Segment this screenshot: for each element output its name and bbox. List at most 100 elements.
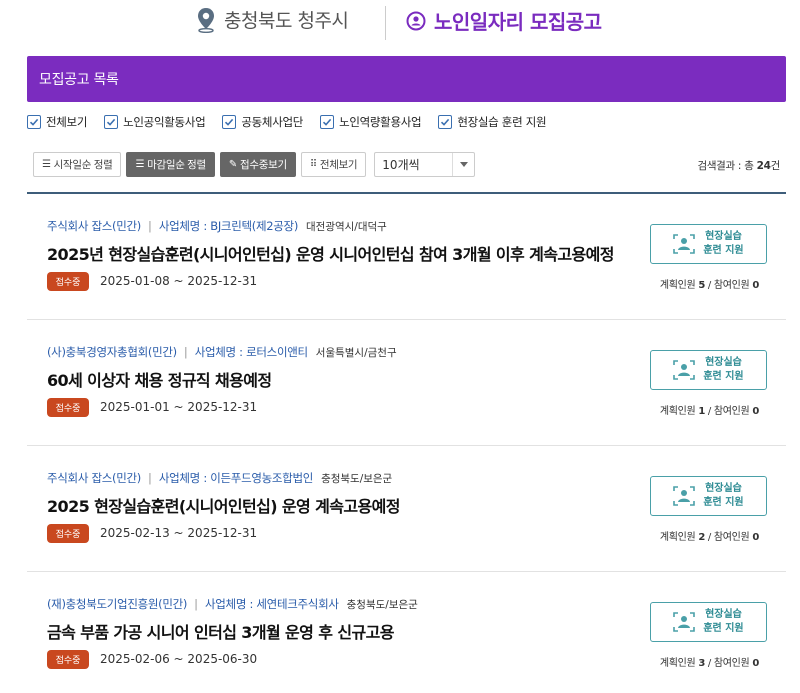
location-text: 충청북도 청주시 bbox=[224, 10, 349, 32]
view-all-label: 전체보기 bbox=[319, 159, 358, 171]
page-size-select[interactable]: 10개씩 bbox=[374, 152, 476, 177]
listing-meta: (사)충북경영자총협회(민간) | 사업체명 : 로터스이앤티 서울특별시/금천… bbox=[47, 344, 397, 360]
listing-item[interactable]: 주식회사 잡스(민간) | 사업체명 : BJ크린텍(제2공장) 대전광역시/대… bbox=[27, 194, 786, 320]
meta-divider: | bbox=[183, 345, 188, 359]
joined-count: 0 bbox=[752, 532, 759, 543]
region: 충청북도/보은군 bbox=[321, 472, 393, 485]
listing-period: 2025-01-08 ~ 2025-12-31 bbox=[100, 274, 258, 288]
badge-text: 현장실습 훈련 지원 bbox=[703, 356, 743, 384]
business-name: 사업체명 : BJ크린텍(제2공장) bbox=[158, 219, 298, 233]
map-pin-icon bbox=[198, 7, 214, 33]
meta-divider: | bbox=[194, 597, 198, 611]
field-training-badge: 현장실습 훈련 지원 bbox=[650, 602, 767, 642]
region: 서울특별시/금천구 bbox=[315, 346, 397, 359]
joined-count: 0 bbox=[752, 280, 759, 291]
planned-label: 계획인원 bbox=[659, 658, 696, 669]
checkbox-icon[interactable] bbox=[438, 115, 453, 129]
filter-capacity[interactable]: 노인역량활용사업 bbox=[320, 114, 422, 130]
badge-line-1: 현장실습 bbox=[705, 231, 742, 242]
view-all-button[interactable]: ⠿ 전체보기 bbox=[300, 152, 367, 177]
planned-count: 2 bbox=[698, 532, 705, 543]
org-name: (사)충북경영자총협회(민간) bbox=[47, 345, 177, 359]
joined-label: 참여인원 bbox=[713, 658, 750, 669]
checkbox-icon[interactable] bbox=[27, 115, 41, 129]
badge-text: 현장실습 훈련 지원 bbox=[703, 230, 743, 258]
person-training-icon bbox=[673, 612, 696, 632]
listing-meta: 주식회사 잡스(민간) | 사업체명 : 이든푸드영농조합법인 충청북도/보은군 bbox=[47, 470, 392, 486]
listing-period: 2025-01-01 ~ 2025-12-31 bbox=[100, 400, 258, 414]
badge-line-2: 훈련 지원 bbox=[703, 623, 744, 634]
listing-item[interactable]: (사)충북경영자총협회(민간) | 사업체명 : 로터스이앤티 서울특별시/금천… bbox=[27, 320, 786, 446]
badge-text: 현장실습 훈련 지원 bbox=[703, 482, 743, 510]
person-training-icon bbox=[673, 234, 696, 254]
business-name: 사업체명 : 세연테크주식회사 bbox=[204, 597, 339, 611]
planned-label: 계획인원 bbox=[659, 532, 696, 543]
banner-label: 모집공고 목록 bbox=[39, 72, 119, 88]
result-prefix: 검색결과 : 총 bbox=[697, 160, 757, 172]
listing-item[interactable]: (재)충청북도기업진흥원(민간) | 사업체명 : 세연테크주식회사 충청북도/… bbox=[27, 572, 786, 693]
listing-counts: 계획인원 2 / 참여인원 0 bbox=[659, 532, 759, 543]
result-count: 검색결과 : 총 24건 bbox=[697, 158, 780, 173]
result-number: 24 bbox=[756, 160, 771, 172]
planned-label: 계획인원 bbox=[659, 406, 696, 417]
listing-period: 2025-02-13 ~ 2025-12-31 bbox=[100, 526, 258, 540]
status-badge: 접수중 bbox=[47, 272, 89, 291]
list-icon: ☰ bbox=[135, 159, 145, 170]
listing-period: 2025-02-06 ~ 2025-06-30 bbox=[100, 652, 258, 666]
listing-item[interactable]: 주식회사 잡스(민간) | 사업체명 : 이든푸드영농조합법인 충청북도/보은군… bbox=[27, 446, 786, 572]
sort-end-label: 마감일순 정렬 bbox=[147, 159, 206, 171]
person-training-icon bbox=[673, 360, 696, 380]
org-name: (재)충청북도기업진흥원(민간) bbox=[47, 597, 188, 611]
checkbox-icon[interactable] bbox=[104, 115, 119, 129]
receiving-label: 접수중보기 bbox=[240, 159, 287, 171]
receiving-button[interactable]: ✎ 접수중보기 bbox=[219, 152, 296, 177]
status-badge: 접수중 bbox=[47, 524, 89, 543]
filter-label: 노인역량활용사업 bbox=[339, 115, 422, 129]
listing-title[interactable]: 금속 부품 가공 시니어 인터십 3개월 운영 후 신규고용 bbox=[47, 619, 394, 643]
status-badge: 접수중 bbox=[47, 398, 89, 417]
filter-field-training[interactable]: 현장실습 훈련 지원 bbox=[438, 114, 547, 130]
person-training-icon bbox=[673, 486, 696, 506]
checkbox-icon[interactable] bbox=[320, 115, 335, 129]
filter-label: 노인공익활동사업 bbox=[123, 115, 206, 129]
sort-start-button[interactable]: ☰ 시작일순 정렬 bbox=[33, 152, 122, 177]
badge-line-2: 훈련 지원 bbox=[703, 245, 744, 256]
filter-public-activity[interactable]: 노인공익활동사업 bbox=[104, 114, 206, 130]
sort-end-button[interactable]: ☰ 마감일순 정렬 bbox=[126, 152, 215, 177]
list-banner: 모집공고 목록 bbox=[27, 56, 786, 102]
listing-title[interactable]: 2025년 현장실습훈련(시니어인턴십) 운영 시니어인턴십 참여 3개월 이후… bbox=[47, 241, 614, 265]
caret-down-icon bbox=[452, 153, 474, 176]
page-size-value: 10개씩 bbox=[382, 158, 420, 172]
badge-line-1: 현장실습 bbox=[705, 357, 742, 368]
joined-label: 참여인원 bbox=[713, 406, 750, 417]
filter-label: 현장실습 훈련 지원 bbox=[457, 115, 547, 129]
badge-line-1: 현장실습 bbox=[705, 483, 742, 494]
planned-count: 3 bbox=[698, 658, 705, 669]
planned-label: 계획인원 bbox=[659, 280, 696, 291]
listing-counts: 계획인원 1 / 참여인원 0 bbox=[659, 406, 759, 417]
field-training-badge: 현장실습 훈련 지원 bbox=[650, 476, 767, 516]
field-training-badge: 현장실습 훈련 지원 bbox=[650, 224, 767, 264]
page-title: 노인일자리 모집공고 bbox=[434, 10, 602, 34]
org-name: 주식회사 잡스(민간) bbox=[47, 219, 141, 233]
joined-count: 0 bbox=[752, 658, 759, 669]
badge-text: 현장실습 훈련 지원 bbox=[703, 608, 743, 636]
listing-title[interactable]: 60세 이상자 채용 정규직 채용예정 bbox=[47, 367, 272, 391]
listing-meta: 주식회사 잡스(민간) | 사업체명 : BJ크린텍(제2공장) 대전광역시/대… bbox=[47, 218, 387, 234]
status-badge: 접수중 bbox=[47, 650, 89, 669]
toolbar: ☰ 시작일순 정렬 ☰ 마감일순 정렬 ✎ 접수중보기 ⠿ 전체보기 10개씩 bbox=[33, 152, 476, 177]
filter-community[interactable]: 공동체사업단 bbox=[222, 114, 303, 130]
planned-count: 5 bbox=[698, 280, 705, 291]
header-divider bbox=[385, 6, 386, 40]
listing-title[interactable]: 2025 현장실습훈련(시니어인턴십) 운영 계속고용예정 bbox=[47, 493, 400, 517]
filter-all[interactable]: 전체보기 bbox=[27, 114, 87, 130]
field-training-badge: 현장실습 훈련 지원 bbox=[650, 350, 767, 390]
filter-label: 전체보기 bbox=[46, 115, 88, 129]
location-selector[interactable]: 충청북도 청주시 bbox=[196, 6, 349, 33]
pencil-icon: ✎ bbox=[228, 159, 237, 170]
org-name: 주식회사 잡스(민간) bbox=[47, 471, 141, 485]
person-circle-icon bbox=[406, 11, 426, 30]
region: 충청북도/보은군 bbox=[346, 598, 418, 611]
joined-label: 참여인원 bbox=[713, 280, 750, 291]
checkbox-icon[interactable] bbox=[222, 115, 237, 129]
